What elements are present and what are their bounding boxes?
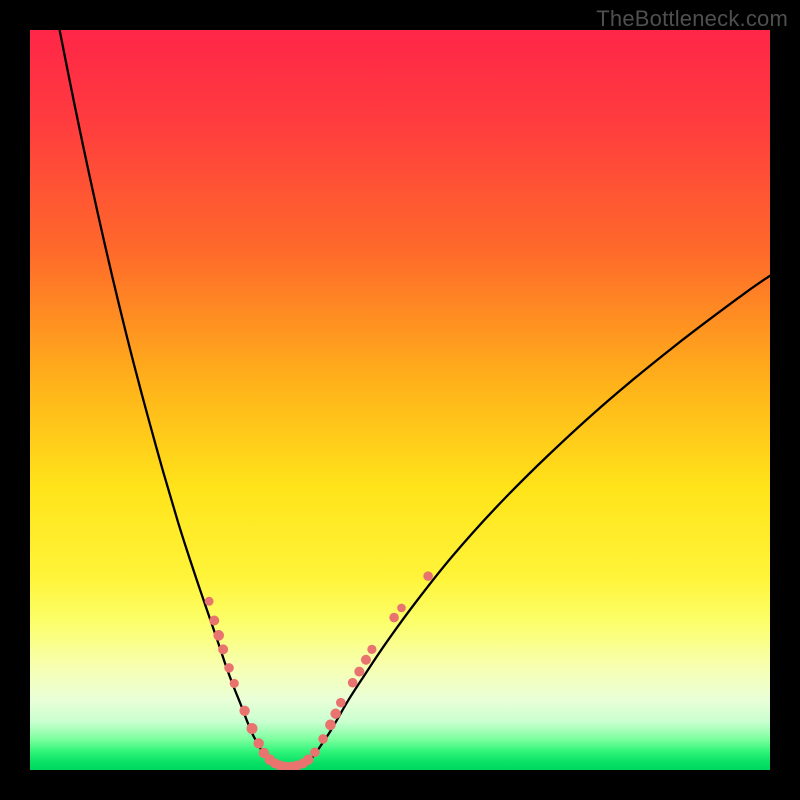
- sample-dot: [247, 723, 258, 734]
- chart-svg: [30, 30, 770, 770]
- sample-dot: [397, 604, 406, 613]
- sample-dot: [325, 720, 336, 731]
- sample-dot: [389, 613, 399, 623]
- chart-frame: TheBottleneck.com: [0, 0, 800, 800]
- sample-dot: [209, 616, 219, 626]
- sample-dot: [354, 667, 364, 677]
- sample-dot: [303, 754, 313, 764]
- sample-dot: [310, 747, 320, 757]
- sample-dot: [239, 706, 249, 716]
- plot-area: [30, 30, 770, 770]
- sample-dot: [213, 630, 224, 641]
- sample-dot: [336, 698, 346, 708]
- sample-dot: [423, 571, 433, 581]
- sample-dot: [253, 738, 263, 748]
- sample-dot: [218, 644, 228, 654]
- gradient-background: [30, 30, 770, 770]
- sample-dot: [230, 679, 239, 688]
- sample-dot: [205, 597, 214, 606]
- sample-dot: [361, 655, 371, 665]
- sample-dot: [367, 645, 376, 654]
- sample-dot: [318, 734, 328, 744]
- sample-dot: [330, 709, 340, 719]
- sample-dot: [348, 678, 358, 688]
- watermark-text: TheBottleneck.com: [596, 6, 788, 32]
- sample-dot: [224, 663, 234, 673]
